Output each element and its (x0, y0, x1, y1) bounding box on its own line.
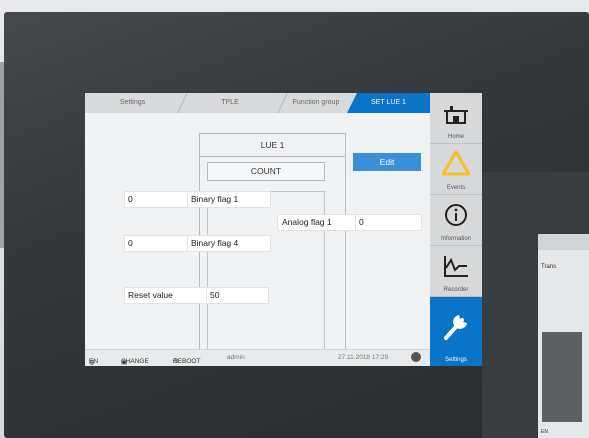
home-icon (444, 106, 468, 124)
navigation-sidebar: Home Events Information Recorder Setting… (430, 93, 482, 366)
second-device: Trans EN (482, 172, 589, 438)
status-bar: ◍ EN ▣ CHANGE ⏻ REBOOT admin 27.11.2018 1… (85, 349, 430, 366)
binary-flag-1-label: Binary flag 1 (187, 191, 271, 208)
sidebar-label: Settings (445, 357, 467, 363)
sidebar-item-home[interactable]: Home (430, 93, 482, 144)
hmi-screen: Settings TPLE Function group SET LUE 1 L… (85, 93, 482, 366)
sidebar-item-recorder[interactable]: Recorder (430, 246, 482, 297)
sidebar-item-events[interactable]: Events (430, 144, 482, 195)
wrench-icon (444, 315, 467, 340)
tab-settings[interactable]: Settings (85, 93, 180, 113)
lue-title: LUE 1 (199, 133, 346, 157)
second-device-status: EN (541, 429, 548, 435)
reboot-label: REBOOT (173, 358, 201, 365)
reset-value-input[interactable]: 50 (206, 287, 269, 304)
tab-tple[interactable]: TPLE (180, 93, 280, 113)
analog-flag-1-value[interactable]: 0 (355, 214, 422, 231)
second-device-header (538, 234, 589, 250)
recorder-icon (444, 256, 468, 277)
second-device-title: Trans (541, 264, 557, 270)
sidebar-label: Information (440, 236, 471, 242)
reset-value-label: Reset value (124, 287, 207, 304)
breadcrumb-tabs: Settings TPLE Function group SET LUE 1 (85, 93, 430, 113)
tab-label: Settings (119, 99, 146, 106)
sidebar-label: Events (446, 185, 466, 191)
change-label: CHANGE (121, 358, 149, 365)
binary-flag-1-value[interactable]: 0 (124, 191, 190, 208)
tab-set-lue-1[interactable]: SET LUE 1 (347, 93, 430, 113)
user-name: admin (227, 354, 245, 361)
info-icon (445, 204, 467, 226)
sidebar-label: Home (447, 134, 464, 140)
warning-icon (442, 150, 470, 176)
status-indicator-icon (411, 352, 421, 362)
tab-label: TPLE (221, 99, 239, 106)
binary-flag-4-label: Binary flag 4 (187, 235, 271, 252)
analog-flag-1-label: Analog flag 1 (277, 214, 359, 231)
date-time: 27.11.2018 17:29 (338, 354, 389, 361)
second-device-panel (542, 332, 582, 422)
binary-flag-4-value[interactable]: 0 (124, 235, 190, 252)
main-content: LUE 1 COUNT Edit 0 Binary flag 1 Analog … (85, 113, 430, 353)
language-label: EN (89, 358, 99, 365)
sidebar-item-information[interactable]: Information (430, 195, 482, 246)
edit-button[interactable]: Edit (353, 153, 421, 171)
tab-function-group[interactable]: Function group (280, 93, 352, 113)
sidebar-label: Recorder (443, 287, 469, 293)
sidebar-item-settings[interactable]: Settings (430, 297, 482, 366)
count-label: COUNT (207, 162, 325, 181)
tab-label: Function group (292, 99, 340, 106)
tab-label: SET LUE 1 (371, 99, 406, 106)
